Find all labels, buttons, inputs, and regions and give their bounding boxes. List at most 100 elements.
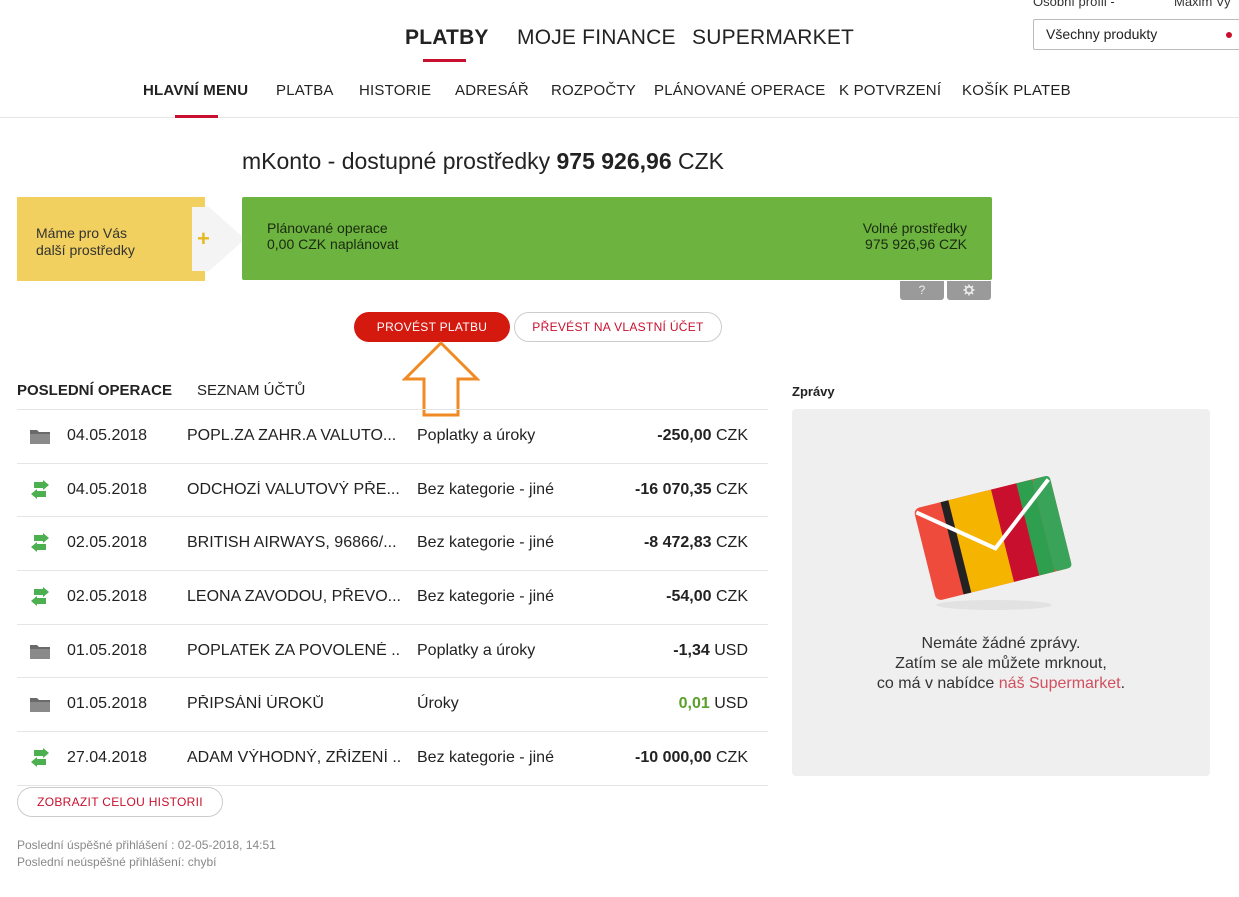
transfer-icon: [31, 533, 49, 553]
messages-line1: Nemáte žádné zprávy.: [921, 635, 1081, 652]
last-success-login: Poslední úspěšné přihlášení : 02-05-2018…: [17, 838, 276, 852]
subnav-k-potvrzeni[interactable]: K POTVRZENÍ: [839, 82, 941, 99]
operation-description: POPLATEK ZA POVOLENÉ ...: [187, 641, 401, 659]
operation-date: 01.05.2018: [67, 695, 148, 713]
operation-amount: -1,34 USD: [673, 642, 748, 660]
promo-box[interactable]: Máme pro Vás další prostředky +: [17, 197, 245, 281]
messages-line3: co má v nabídce náš Supermarket.: [792, 674, 1210, 694]
account-summary-panel: Plánované operace 0,00 CZK naplánovat Vo…: [242, 197, 992, 280]
operation-currency: CZK: [711, 427, 748, 444]
operation-category[interactable]: Bez kategorie - jiné: [417, 588, 554, 606]
operation-currency: CZK: [711, 534, 748, 552]
transfer-own-account-button[interactable]: PŘEVÉST NA VLASTNÍ ÚČET: [514, 312, 722, 342]
login-info: Poslední úspěšné přihlášení : 02-05-2018…: [17, 837, 276, 871]
table-row[interactable]: 01.05.2018 POPLATEK ZA POVOLENÉ ... Popl…: [17, 625, 768, 679]
profile-label: Osobní profil -: [1033, 0, 1115, 9]
tab-moje-finance[interactable]: MOJE FINANCE: [517, 26, 676, 50]
subnav-planovane-operace[interactable]: PLÁNOVANÉ OPERACE: [654, 82, 826, 99]
operation-currency: USD: [709, 695, 748, 713]
messages-panel: Nemáte žádné zprávy. Zatím se ale můžete…: [792, 409, 1210, 776]
operation-amount-value: -10 000,00: [635, 749, 712, 767]
table-row[interactable]: 01.05.2018 PŘIPSÁNÍ ÚROKŮ Úroky 0,01 USD: [17, 678, 768, 733]
promo-line2: další prostředky: [36, 242, 135, 258]
table-row[interactable]: 02.05.2018 LEONA ZAVODOU, PŘEVO... Bez k…: [17, 571, 768, 625]
supermarket-link[interactable]: náš Supermarket: [999, 675, 1121, 692]
envelope-icon: [914, 475, 1072, 610]
account-currency: CZK: [671, 148, 725, 174]
tab-platby[interactable]: PLATBY: [405, 26, 489, 50]
operation-category[interactable]: Poplatky a úroky: [417, 642, 535, 660]
product-select[interactable]: Všechny produkty: [1033, 19, 1239, 50]
operation-amount: -250,00 CZK: [657, 427, 748, 445]
operation-currency: CZK: [711, 480, 748, 498]
subnav-hlavni-menu[interactable]: HLAVNÍ MENU: [143, 82, 248, 99]
table-row[interactable]: 27.04.2018 ADAM VÝHODNÝ, ZŘÍZENÍ ... Bez…: [17, 732, 768, 786]
product-select-value: Všechny produkty: [1046, 26, 1158, 42]
free-funds-value: 975 926,96 CZK: [865, 236, 967, 252]
account-title-prefix: mKonto - dostupné prostředky: [242, 148, 557, 174]
chevron-down-icon: [1226, 32, 1232, 38]
operation-amount-value: -8 472,83: [643, 534, 712, 552]
operation-category[interactable]: Úroky: [417, 695, 459, 713]
account-balance: 975 926,96: [556, 148, 672, 174]
operation-description: LEONA ZAVODOU, PŘEVO...: [187, 588, 401, 606]
operation-category[interactable]: Bez kategorie - jiné: [417, 481, 554, 499]
transfer-icon: [31, 587, 49, 607]
help-button-label: ?: [918, 283, 926, 297]
subnav-historie[interactable]: HISTORIE: [359, 82, 431, 99]
operation-date: 01.05.2018: [67, 641, 148, 659]
help-button[interactable]: ?: [900, 281, 944, 300]
active-tab-underline: [423, 59, 466, 62]
tab-supermarket[interactable]: SUPERMARKET: [692, 26, 854, 50]
sub-nav: HLAVNÍ MENU PLATBA HISTORIE ADRESÁŘ ROZP…: [0, 78, 1239, 118]
operation-amount: 0,01 USD: [679, 695, 748, 713]
settings-button[interactable]: [947, 281, 991, 300]
operation-amount-value: -54,00: [666, 588, 712, 606]
profile-user-name[interactable]: Maxim Vy: [1174, 0, 1231, 9]
folder-icon: [30, 644, 50, 659]
table-row[interactable]: 04.05.2018 ODCHOZÍ VALUTOVÝ PŘE... Bez k…: [17, 464, 768, 518]
plus-icon: +: [197, 226, 210, 251]
messages-line2: Zatím se ale můžete mrknout,: [895, 655, 1107, 672]
account-title: mKonto - dostupné prostředky 975 926,96 …: [242, 148, 724, 175]
make-payment-button[interactable]: PROVÉST PLATBU: [354, 312, 510, 342]
tab-recent-operations[interactable]: POSLEDNÍ OPERACE: [17, 382, 172, 399]
operation-category[interactable]: Bez kategorie - jiné: [417, 749, 554, 767]
operations-table: 04.05.2018 POPL.ZA ZAHR.A VALUTO... Popl…: [17, 409, 768, 786]
show-full-history-button[interactable]: ZOBRAZIT CELOU HISTORII: [17, 787, 223, 817]
operation-amount-value: -250,00: [657, 427, 712, 444]
promo-line1: Máme pro Vás: [36, 225, 128, 241]
subnav-adresar[interactable]: ADRESÁŘ: [455, 82, 529, 99]
transfer-icon: [31, 479, 49, 499]
promo-text: Máme pro Vás další prostředky: [36, 225, 135, 259]
operation-date: 02.05.2018: [67, 534, 148, 552]
operation-amount: -8 472,83 CZK: [644, 534, 748, 552]
hint-arrow-up-icon: [402, 340, 480, 417]
planned-operations[interactable]: Plánované operace 0,00 CZK naplánovat: [267, 220, 399, 252]
free-funds: Volné prostředky 975 926,96 CZK: [863, 220, 967, 252]
operation-amount: -16 070,35 CZK: [635, 481, 748, 499]
folder-icon: [30, 430, 50, 444]
tab-account-list[interactable]: SEZNAM ÚČTŮ: [197, 382, 305, 399]
operation-currency: CZK: [711, 749, 748, 767]
operation-category[interactable]: Poplatky a úroky: [417, 427, 535, 445]
gear-icon: [963, 284, 975, 296]
operation-amount-value: -16 070,35: [635, 480, 712, 498]
operation-amount: -10 000,00 CZK: [635, 749, 748, 767]
subnav-platba[interactable]: PLATBA: [276, 82, 334, 99]
messages-title: Zprávy: [792, 384, 835, 399]
table-row[interactable]: 02.05.2018 BRITISH AIRWAYS, 96866/... Be…: [17, 517, 768, 572]
operation-category[interactable]: Bez kategorie - jiné: [417, 534, 554, 552]
messages-text: Nemáte žádné zprávy. Zatím se ale můžete…: [792, 634, 1210, 694]
operation-description: BRITISH AIRWAYS, 96866/...: [187, 534, 397, 552]
messages-line3-suffix: .: [1120, 675, 1126, 692]
operation-date: 02.05.2018: [67, 588, 148, 606]
subnav-kosik-plateb[interactable]: KOŠÍK PLATEB: [962, 82, 1071, 99]
table-row[interactable]: 04.05.2018 POPL.ZA ZAHR.A VALUTO... Popl…: [17, 410, 768, 464]
subnav-rozpocty[interactable]: ROZPOČTY: [551, 82, 636, 99]
planned-operations-label: Plánované operace: [267, 220, 388, 236]
operation-amount: -54,00 CZK: [666, 588, 748, 606]
operation-description: ADAM VÝHODNÝ, ZŘÍZENÍ ...: [187, 749, 401, 767]
operation-description: POPL.ZA ZAHR.A VALUTO...: [187, 427, 397, 444]
operation-description: ODCHOZÍ VALUTOVÝ PŘE...: [187, 480, 400, 498]
